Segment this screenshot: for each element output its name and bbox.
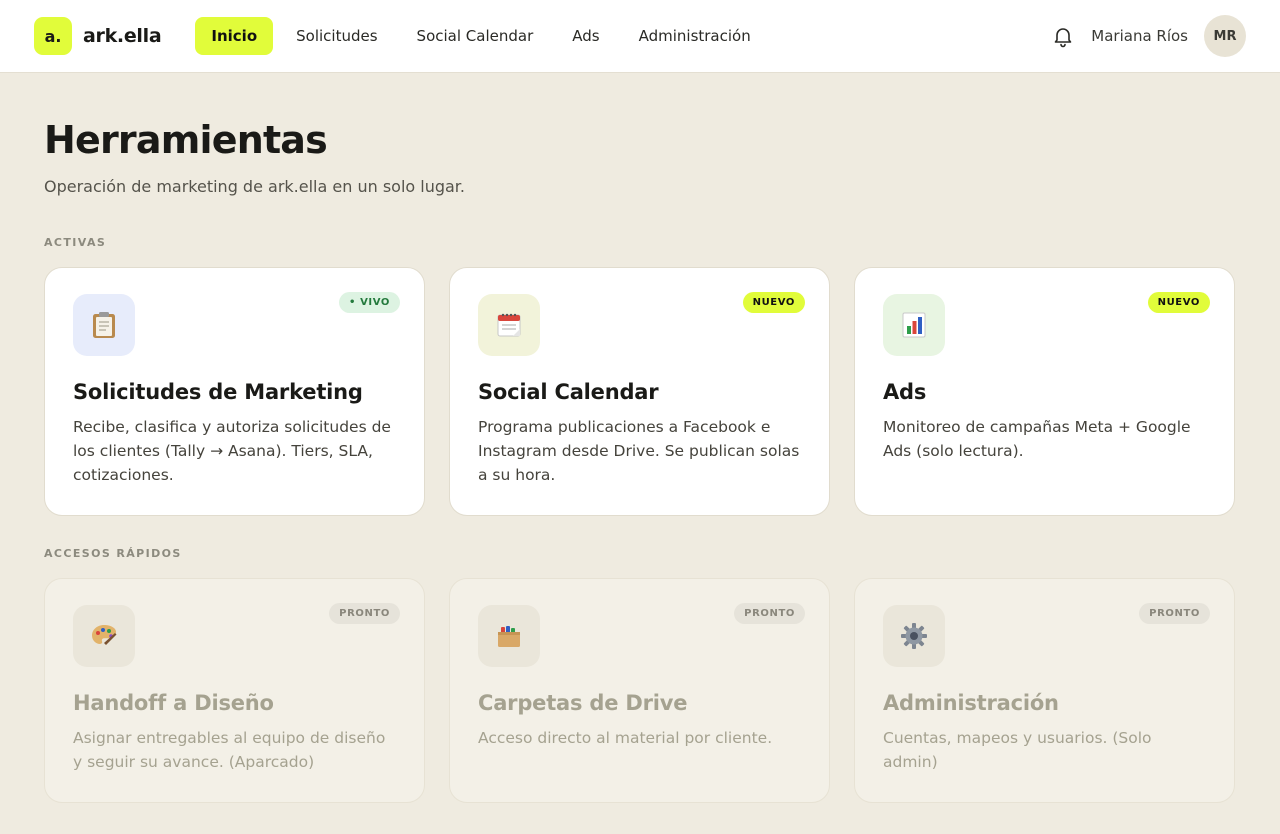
tool-card-handoff-diseno[interactable]: PRONTO Handoff a Diseño Asignar entregab… — [44, 578, 425, 803]
main-content: Herramientas Operación de marketing de a… — [0, 119, 1280, 803]
card-description: Monitoreo de campañas Meta + Google Ads … — [883, 418, 1191, 460]
nav-item-solicitudes[interactable]: Solicitudes — [280, 17, 393, 55]
brand-logo-mark[interactable]: a. — [34, 17, 72, 55]
top-navigation-bar: a. ark.ella Inicio Solicitudes Social Ca… — [0, 0, 1280, 73]
palette-icon — [73, 605, 135, 667]
avatar[interactable]: MR — [1204, 15, 1246, 57]
nav-item-social-calendar[interactable]: Social Calendar — [401, 17, 550, 55]
card-title: Carpetas de Drive — [478, 691, 688, 715]
gear-icon — [883, 605, 945, 667]
calendar-icon — [478, 294, 540, 356]
status-badge-vivo: • VIVO — [339, 292, 400, 313]
section-label-activas: ACTIVAS — [44, 236, 107, 249]
brand-name[interactable]: ark.ella — [83, 25, 162, 47]
tool-card-solicitudes[interactable]: • VIVO Solicitudes de Marketing Recibe, … — [44, 267, 425, 516]
card-title: Handoff a Diseño — [73, 691, 274, 715]
quick-access-grid: PRONTO Handoff a Diseño Asignar entregab… — [44, 578, 1236, 803]
card-description: Cuentas, mapeos y usuarios. (Solo admin) — [883, 729, 1152, 771]
status-badge-pronto: PRONTO — [329, 603, 400, 624]
page-title: Herramientas — [44, 118, 328, 162]
user-area: Mariana Ríos MR — [1051, 15, 1246, 57]
card-description: Recibe, clasifica y autoriza solicitudes… — [73, 418, 391, 484]
clipboard-icon — [73, 294, 135, 356]
card-title: Administración — [883, 691, 1059, 715]
tool-card-administracion[interactable]: PRONTO Administración Cuentas, mapeos y … — [854, 578, 1235, 803]
status-badge-nuevo: NUEVO — [742, 292, 805, 313]
section-label-accesos-rapidos: ACCESOS RÁPIDOS — [44, 547, 182, 560]
card-description: Acceso directo al material por cliente. — [478, 729, 773, 747]
tool-card-social-calendar[interactable]: NUEVO Social Calendar Programa publicaci… — [449, 267, 830, 516]
nav-item-inicio[interactable]: Inicio — [195, 17, 274, 55]
tool-card-ads[interactable]: NUEVO Ads Monitoreo de campañas Meta + G… — [854, 267, 1235, 516]
bar-chart-icon — [883, 294, 945, 356]
status-badge-pronto: PRONTO — [1139, 603, 1210, 624]
card-title: Solicitudes de Marketing — [73, 380, 363, 404]
status-badge-pronto: PRONTO — [734, 603, 805, 624]
active-tools-grid: • VIVO Solicitudes de Marketing Recibe, … — [44, 267, 1236, 516]
user-name[interactable]: Mariana Ríos — [1091, 27, 1188, 45]
nav-item-ads[interactable]: Ads — [556, 17, 615, 55]
card-description: Asignar entregables al equipo de diseño … — [73, 729, 386, 771]
page-subtitle: Operación de marketing de ark.ella en un… — [44, 177, 465, 196]
nav-item-administracion[interactable]: Administración — [623, 17, 767, 55]
status-badge-nuevo: NUEVO — [1147, 292, 1210, 313]
card-description: Programa publicaciones a Facebook e Inst… — [478, 418, 800, 484]
card-title: Ads — [883, 380, 927, 404]
main-nav: Inicio Solicitudes Social Calendar Ads A… — [195, 17, 773, 55]
card-title: Social Calendar — [478, 380, 659, 404]
tool-card-carpetas-drive[interactable]: PRONTO Carpetas de Drive Acceso directo … — [449, 578, 830, 803]
bell-icon[interactable] — [1051, 24, 1075, 48]
folder-box-icon — [478, 605, 540, 667]
